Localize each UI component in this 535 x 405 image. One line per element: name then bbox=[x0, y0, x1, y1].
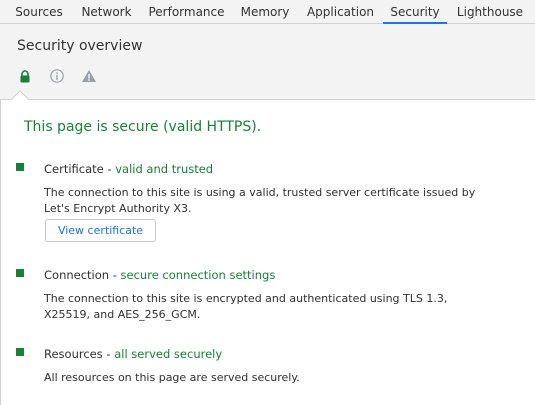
warning-icon[interactable] bbox=[81, 68, 97, 84]
tab-application[interactable]: Application bbox=[302, 0, 379, 24]
tab-sources[interactable]: Sources bbox=[10, 0, 68, 24]
section-label: Certificate bbox=[44, 162, 104, 176]
connection-description: The connection to this site is encrypted… bbox=[44, 292, 448, 321]
status-bullet bbox=[16, 269, 24, 277]
section-separator: - bbox=[102, 347, 115, 361]
security-overview-header: Security overview bbox=[0, 24, 535, 100]
panel-tab-bar: Sources Network Performance Memory Appli… bbox=[0, 0, 535, 24]
connection-title: Connection - secure connection settings bbox=[44, 268, 275, 282]
info-icon[interactable] bbox=[49, 68, 65, 84]
security-summary: This page is secure (valid HTTPS). bbox=[24, 119, 262, 135]
tab-security[interactable]: Security bbox=[383, 0, 447, 24]
left-divider bbox=[0, 100, 1, 405]
section-status: secure connection settings bbox=[120, 268, 276, 282]
resources-title: Resources - all served securely bbox=[44, 347, 222, 361]
section-label: Resources bbox=[44, 347, 103, 361]
section-label: Connection bbox=[44, 268, 110, 282]
section-status: all served securely bbox=[114, 347, 223, 361]
tab-memory[interactable]: Memory bbox=[236, 0, 294, 24]
status-bullet bbox=[16, 348, 24, 356]
certificate-description: The connection to this site is using a v… bbox=[44, 186, 476, 215]
tab-network[interactable]: Network bbox=[76, 0, 137, 24]
section-separator: - bbox=[103, 162, 116, 176]
tab-performance[interactable]: Performance bbox=[145, 0, 228, 24]
section-separator: - bbox=[109, 268, 121, 282]
resources-description: All resources on this page are served se… bbox=[44, 371, 300, 384]
view-certificate-button[interactable]: View certificate bbox=[45, 219, 156, 242]
section-status: valid and trusted bbox=[115, 162, 214, 176]
lock-icon[interactable] bbox=[17, 68, 33, 84]
page-title: Security overview bbox=[17, 38, 143, 54]
status-bullet bbox=[16, 163, 24, 171]
tab-lighthouse[interactable]: Lighthouse bbox=[453, 0, 527, 24]
certificate-title: Certificate - valid and trusted bbox=[44, 162, 213, 176]
